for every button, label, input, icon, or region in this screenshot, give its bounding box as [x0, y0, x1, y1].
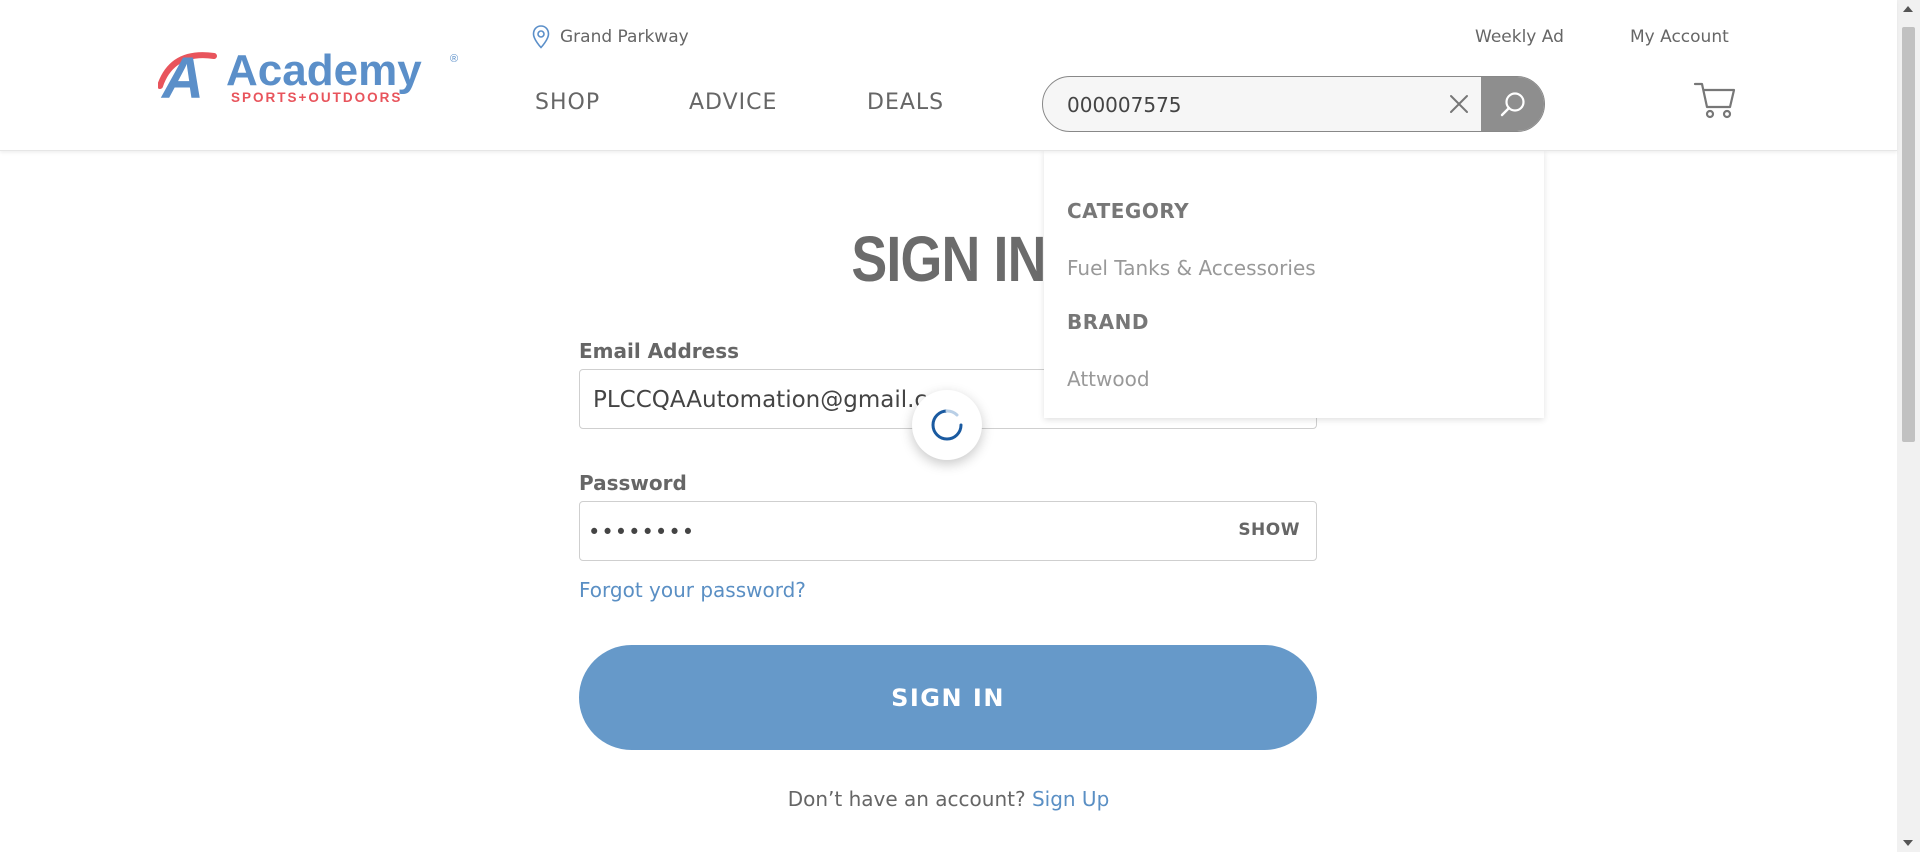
forgot-password-link[interactable]: Forgot your password? [579, 578, 806, 602]
weekly-ad-link[interactable]: Weekly Ad [1475, 27, 1564, 47]
academy-logo-mark: A Academy ® SPORTS+OUTDOORS [157, 46, 458, 111]
show-password-button[interactable]: SHOW [1238, 520, 1300, 540]
password-field[interactable] [580, 502, 1190, 562]
no-account-text: Don’t have an account? [787, 787, 1026, 811]
sign-up-link[interactable]: Sign Up [1032, 787, 1109, 811]
svg-text:Academy: Academy [226, 46, 422, 95]
nav-advice[interactable]: ADVICE [689, 90, 777, 115]
search-suggestions-dropdown: CATEGORY Fuel Tanks & Accessories BRAND … [1044, 150, 1544, 418]
store-location-label: Grand Parkway [560, 27, 689, 47]
email-label: Email Address [579, 339, 740, 363]
cart-button[interactable] [1693, 80, 1737, 124]
suggestion-brand-item[interactable]: Attwood [1067, 367, 1150, 391]
suggestion-category-heading: CATEGORY [1067, 199, 1190, 223]
svg-text:®: ® [450, 53, 458, 65]
spinner-icon [931, 409, 963, 441]
my-account-link[interactable]: My Account [1630, 27, 1729, 47]
search-icon [1500, 92, 1525, 117]
loading-spinner [912, 390, 982, 460]
scroll-down-arrow-icon[interactable] [1903, 840, 1913, 846]
map-pin-icon [532, 25, 550, 49]
cart-icon [1693, 82, 1736, 119]
page-scrollbar[interactable] [1897, 0, 1920, 852]
search-input[interactable] [1043, 77, 1459, 131]
scroll-up-arrow-icon[interactable] [1903, 6, 1913, 12]
svg-text:SPORTS+OUTDOORS: SPORTS+OUTDOORS [231, 90, 402, 105]
nav-deals[interactable]: DEALS [867, 90, 944, 115]
sign-in-button[interactable]: SIGN IN [579, 645, 1317, 750]
site-header: A Academy ® SPORTS+OUTDOORS Grand Parkwa… [0, 0, 1897, 151]
academy-logo[interactable]: A Academy ® SPORTS+OUTDOORS [157, 46, 460, 111]
password-label: Password [579, 471, 687, 495]
scrollbar-thumb[interactable] [1902, 27, 1915, 442]
suggestion-category-item[interactable]: Fuel Tanks & Accessories [1067, 256, 1316, 280]
signup-prompt: Don’t have an account? Sign Up [0, 787, 1897, 811]
suggestion-brand-heading: BRAND [1067, 310, 1149, 334]
search-submit-button[interactable] [1481, 77, 1544, 131]
nav-shop[interactable]: SHOP [535, 90, 600, 115]
store-location[interactable]: Grand Parkway [532, 25, 689, 49]
password-field-box: SHOW [579, 501, 1317, 562]
svg-text:A: A [160, 46, 204, 110]
close-icon[interactable] [1447, 92, 1471, 120]
